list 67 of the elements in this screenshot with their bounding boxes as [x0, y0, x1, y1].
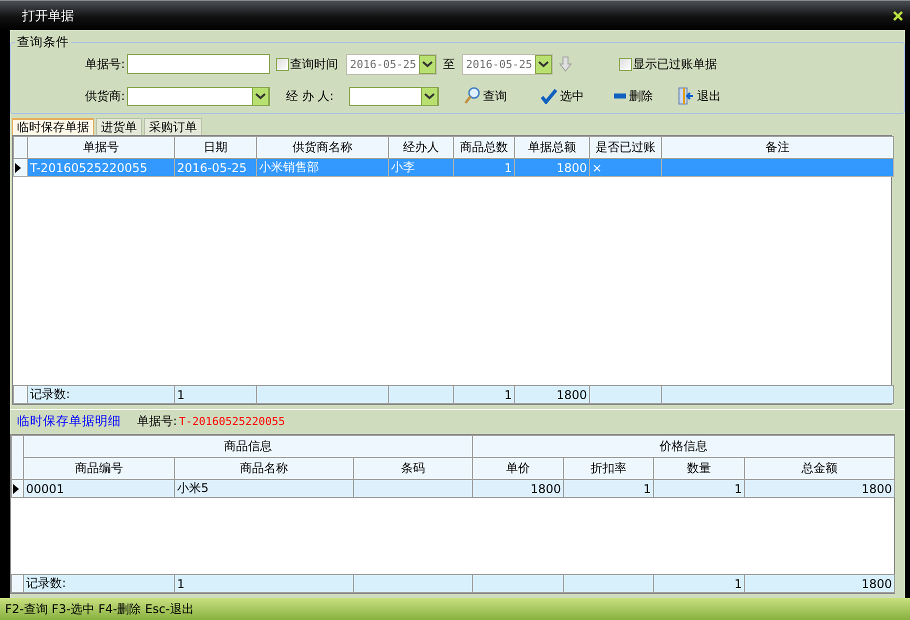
column-header[interactable]: 商品名称: [174, 458, 354, 480]
column-header[interactable]: 单价: [472, 458, 564, 480]
column-header[interactable]: 折扣率: [564, 458, 654, 480]
tab[interactable]: 临时保存单据: [12, 118, 94, 135]
column-header[interactable]: 单据总额: [514, 136, 590, 158]
table-cell: 2016-05-25: [174, 158, 256, 176]
detail-title: 临时保存单据明细: [17, 412, 121, 430]
field-label: 供货商:: [84, 88, 125, 104]
supplier-dropdown[interactable]: [127, 86, 270, 106]
table-cell: 小米销售部: [256, 158, 388, 176]
delete-button[interactable]: 删除: [614, 88, 653, 104]
column-header[interactable]: 是否已过账: [590, 136, 662, 158]
table-cell: 小李: [388, 158, 454, 176]
record-count-label: 记录数:: [24, 574, 174, 592]
footer-cell: 1: [174, 386, 256, 404]
table-cell: 1800: [472, 480, 564, 498]
footer-cell: 1: [174, 574, 354, 592]
record-count-label: 记录数:: [28, 386, 174, 404]
range-separator: 至: [443, 56, 455, 72]
table-cell: T-20160525220055: [28, 158, 174, 176]
bill-number: T-20160525220055: [179, 414, 286, 428]
tab[interactable]: 进货单: [96, 118, 142, 135]
search-icon: [464, 87, 480, 105]
search-button[interactable]: 查询: [464, 87, 507, 105]
column-header[interactable]: 经办人: [388, 136, 454, 158]
table-cell: ×: [590, 158, 662, 176]
field-label: 单据号:: [84, 56, 125, 72]
bill-number-field[interactable]: [127, 54, 270, 74]
table-cell: 1: [654, 480, 745, 498]
exit-button[interactable]: 退出: [678, 87, 721, 105]
footer-cell: 1: [654, 574, 744, 592]
column-header[interactable]: 供货商名称: [256, 136, 388, 158]
column-header[interactable]: 条码: [354, 458, 473, 480]
footer-cell: 1800: [744, 574, 894, 592]
handler-dropdown[interactable]: [349, 86, 439, 106]
select-button[interactable]: 选中: [541, 88, 584, 104]
close-icon[interactable]: [892, 10, 904, 22]
checkbox[interactable]: 显示已过账单据: [619, 56, 717, 72]
door-exit-icon: [678, 87, 694, 105]
column-header[interactable]: 总金额: [744, 458, 895, 480]
column-header[interactable]: 数量: [654, 458, 745, 480]
column-header[interactable]: 商品编号: [24, 458, 174, 480]
field-label: 经 办 人:: [286, 88, 335, 104]
column-header[interactable]: 备注: [662, 136, 894, 158]
column-group-header: 商品信息: [24, 436, 473, 458]
column-group-header: 价格信息: [472, 436, 895, 458]
table-cell: 1: [564, 480, 654, 498]
tab[interactable]: 采购订单: [144, 118, 202, 135]
table-cell: 1: [454, 158, 514, 176]
column-header[interactable]: 日期: [174, 136, 256, 158]
column-header[interactable]: 商品总数: [454, 136, 514, 158]
shortcut-hints: F2-查询 F3-选中 F4-删除 Esc-退出: [5, 600, 194, 618]
footer-cell: 1800: [514, 386, 590, 404]
date-value: 2016-05-25: [350, 58, 416, 70]
column-header[interactable]: 单据号: [28, 136, 174, 158]
check-icon: [541, 88, 557, 104]
table-cell: 小米5: [174, 480, 354, 498]
table-cell: 1800: [744, 480, 895, 498]
minus-icon: [614, 93, 626, 99]
down-arrow-icon: [559, 56, 572, 72]
window-title: 打开单据: [22, 8, 74, 24]
table-cell: 00001: [24, 480, 174, 498]
date-value: 2016-05-25: [466, 58, 532, 70]
footer-cell: 1: [454, 386, 514, 404]
group-title: 查询条件: [16, 34, 70, 51]
table-cell: 1800: [514, 158, 590, 176]
bill-number-label: 单据号:: [137, 412, 178, 430]
